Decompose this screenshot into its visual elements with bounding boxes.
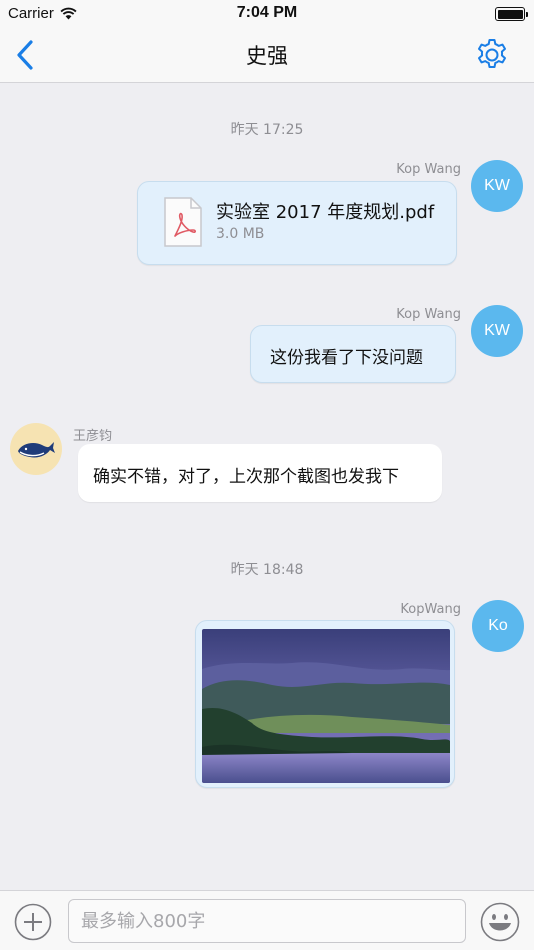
timestamp: 昨天 18:48	[230, 562, 304, 578]
emoji-button[interactable]	[480, 902, 520, 942]
settings-button[interactable]	[474, 37, 510, 73]
clock: 7:04 PM	[236, 4, 298, 21]
pdf-icon	[164, 197, 202, 247]
page-title: 史强	[246, 44, 288, 68]
avatar[interactable]: Ko	[472, 600, 524, 652]
avatar[interactable]: KW	[471, 160, 523, 212]
sender-name: Kop Wang	[396, 307, 461, 322]
battery-icon	[495, 7, 528, 21]
sender-name: KopWang	[400, 602, 461, 617]
file-bubble[interactable]: 实验室 2017 年度规划.pdf 3.0 MB	[137, 181, 457, 265]
input-bar	[0, 890, 534, 950]
file-name: 实验室 2017 年度规划.pdf	[216, 202, 435, 223]
landscape-photo	[202, 629, 450, 783]
sender-name: Kop Wang	[396, 162, 461, 177]
message-text: 这份我看了下没问题	[270, 348, 423, 368]
avatar[interactable]	[10, 423, 62, 475]
emoji-icon	[480, 902, 520, 942]
plus-icon	[14, 903, 52, 941]
timestamp: 昨天 17:25	[230, 122, 304, 138]
status-bar: Carrier 7:04 PM	[0, 0, 534, 28]
message-bubble[interactable]: 这份我看了下没问题	[250, 325, 456, 383]
gear-icon	[478, 39, 506, 68]
add-attachment-button[interactable]	[14, 903, 52, 941]
message-text: 确实不错，对了，上次那个截图也发我下	[93, 467, 399, 487]
image-bubble[interactable]	[195, 620, 455, 788]
message-input[interactable]	[68, 899, 466, 943]
sender-name: 王彦钧	[73, 429, 113, 444]
file-size: 3.0 MB	[216, 226, 265, 242]
whale-icon	[18, 442, 55, 458]
message-bubble[interactable]: 确实不错，对了，上次那个截图也发我下	[78, 444, 442, 502]
nav-bar: 史强	[0, 28, 534, 83]
avatar[interactable]: KW	[471, 305, 523, 357]
